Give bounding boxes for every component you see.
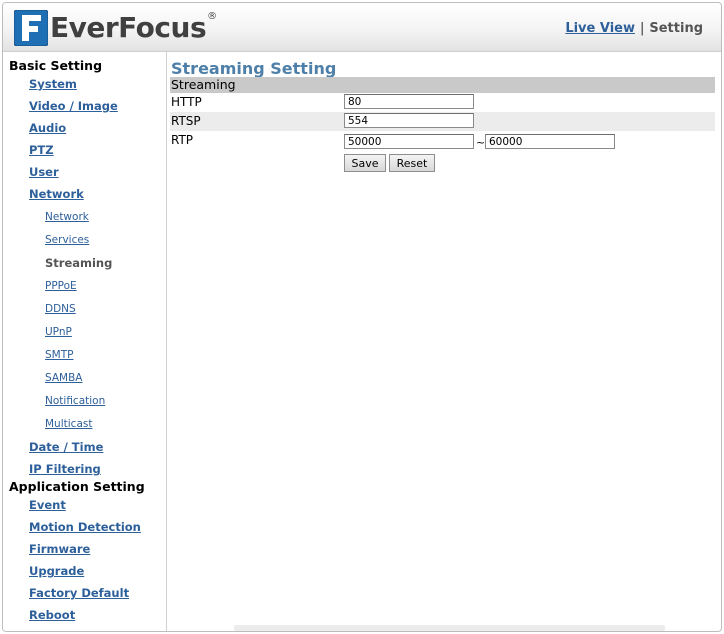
sidebar-item-user[interactable]: User [29, 165, 59, 179]
sidebar-subitem-services[interactable]: Services [45, 234, 89, 246]
rtp-start-port-input[interactable] [344, 134, 474, 149]
header: EverFocus ® Live View | Setting [3, 3, 721, 52]
registered-mark: ® [207, 10, 218, 22]
sidebar-item-ptz[interactable]: PTZ [29, 143, 54, 157]
rtp-range-separator: ~ [476, 136, 486, 149]
http-port-input[interactable] [344, 94, 474, 109]
sidebar-subitem-ddns[interactable]: DDNS [45, 303, 76, 315]
rtp-row: RTP ~ [170, 131, 715, 150]
section-header: Streaming [170, 77, 715, 93]
sidebar-item-video-image[interactable]: Video / Image [29, 99, 118, 113]
http-row: HTTP [170, 93, 715, 112]
sidebar-subitem-notification[interactable]: Notification [45, 395, 105, 407]
sidebar-item-system[interactable]: System [29, 77, 77, 91]
sidebar-item-factory-default[interactable]: Factory Default [29, 586, 129, 600]
sidebar-item-network[interactable]: Network [29, 187, 84, 201]
sidebar-heading-application: Application Setting [9, 479, 145, 494]
sidebar-item-date-time[interactable]: Date / Time [29, 440, 103, 454]
top-nav: Live View | Setting [565, 21, 703, 36]
rtsp-port-input[interactable] [344, 113, 474, 128]
sidebar-subitem-smtp[interactable]: SMTP [45, 349, 73, 361]
brand-name: EverFocus [50, 11, 207, 44]
sidebar-subitem-samba[interactable]: SAMBA [45, 372, 83, 384]
sidebar-item-firmware[interactable]: Firmware [29, 542, 90, 556]
sidebar-item-upgrade[interactable]: Upgrade [29, 564, 84, 578]
rtp-end-port-input[interactable] [485, 134, 615, 149]
sidebar-subitem-multicast[interactable]: Multicast [45, 418, 92, 430]
sidebar-subitem-streaming-active[interactable]: Streaming [45, 256, 112, 270]
everfocus-logo-icon [14, 10, 48, 46]
save-button[interactable]: Save [344, 154, 386, 172]
horizontal-scrollbar[interactable] [234, 625, 665, 631]
sidebar-subitem-network[interactable]: Network [45, 211, 89, 223]
brand-logo: EverFocus ® [14, 9, 217, 47]
rtp-label: RTP [171, 133, 194, 147]
rtsp-label: RTSP [171, 114, 201, 128]
rtsp-row: RTSP [170, 112, 715, 131]
sidebar-subitem-upnp[interactable]: UPnP [45, 326, 72, 338]
setting-label: Setting [649, 21, 703, 36]
sidebar-item-event[interactable]: Event [29, 498, 66, 512]
sidebar-item-motion-detection[interactable]: Motion Detection [29, 520, 141, 534]
live-view-link[interactable]: Live View [565, 21, 635, 36]
sidebar-subitem-pppoe[interactable]: PPPoE [45, 280, 77, 292]
sidebar-heading-basic: Basic Setting [9, 58, 103, 73]
sidebar-item-audio[interactable]: Audio [29, 121, 66, 135]
sidebar-item-reboot[interactable]: Reboot [29, 608, 75, 622]
http-label: HTTP [171, 95, 202, 109]
page-title: Streaming Setting [171, 59, 337, 78]
reset-button[interactable]: Reset [389, 154, 435, 172]
sidebar-item-ip-filtering[interactable]: IP Filtering [29, 462, 101, 476]
main-content: Streaming Setting Streaming HTTP RTSP RT… [167, 52, 721, 631]
sidebar: Basic Setting System Video / Image Audio… [3, 52, 167, 631]
nav-separator: | [639, 21, 645, 36]
browser-frame: EverFocus ® Live View | Setting Basic Sett… [2, 2, 722, 632]
